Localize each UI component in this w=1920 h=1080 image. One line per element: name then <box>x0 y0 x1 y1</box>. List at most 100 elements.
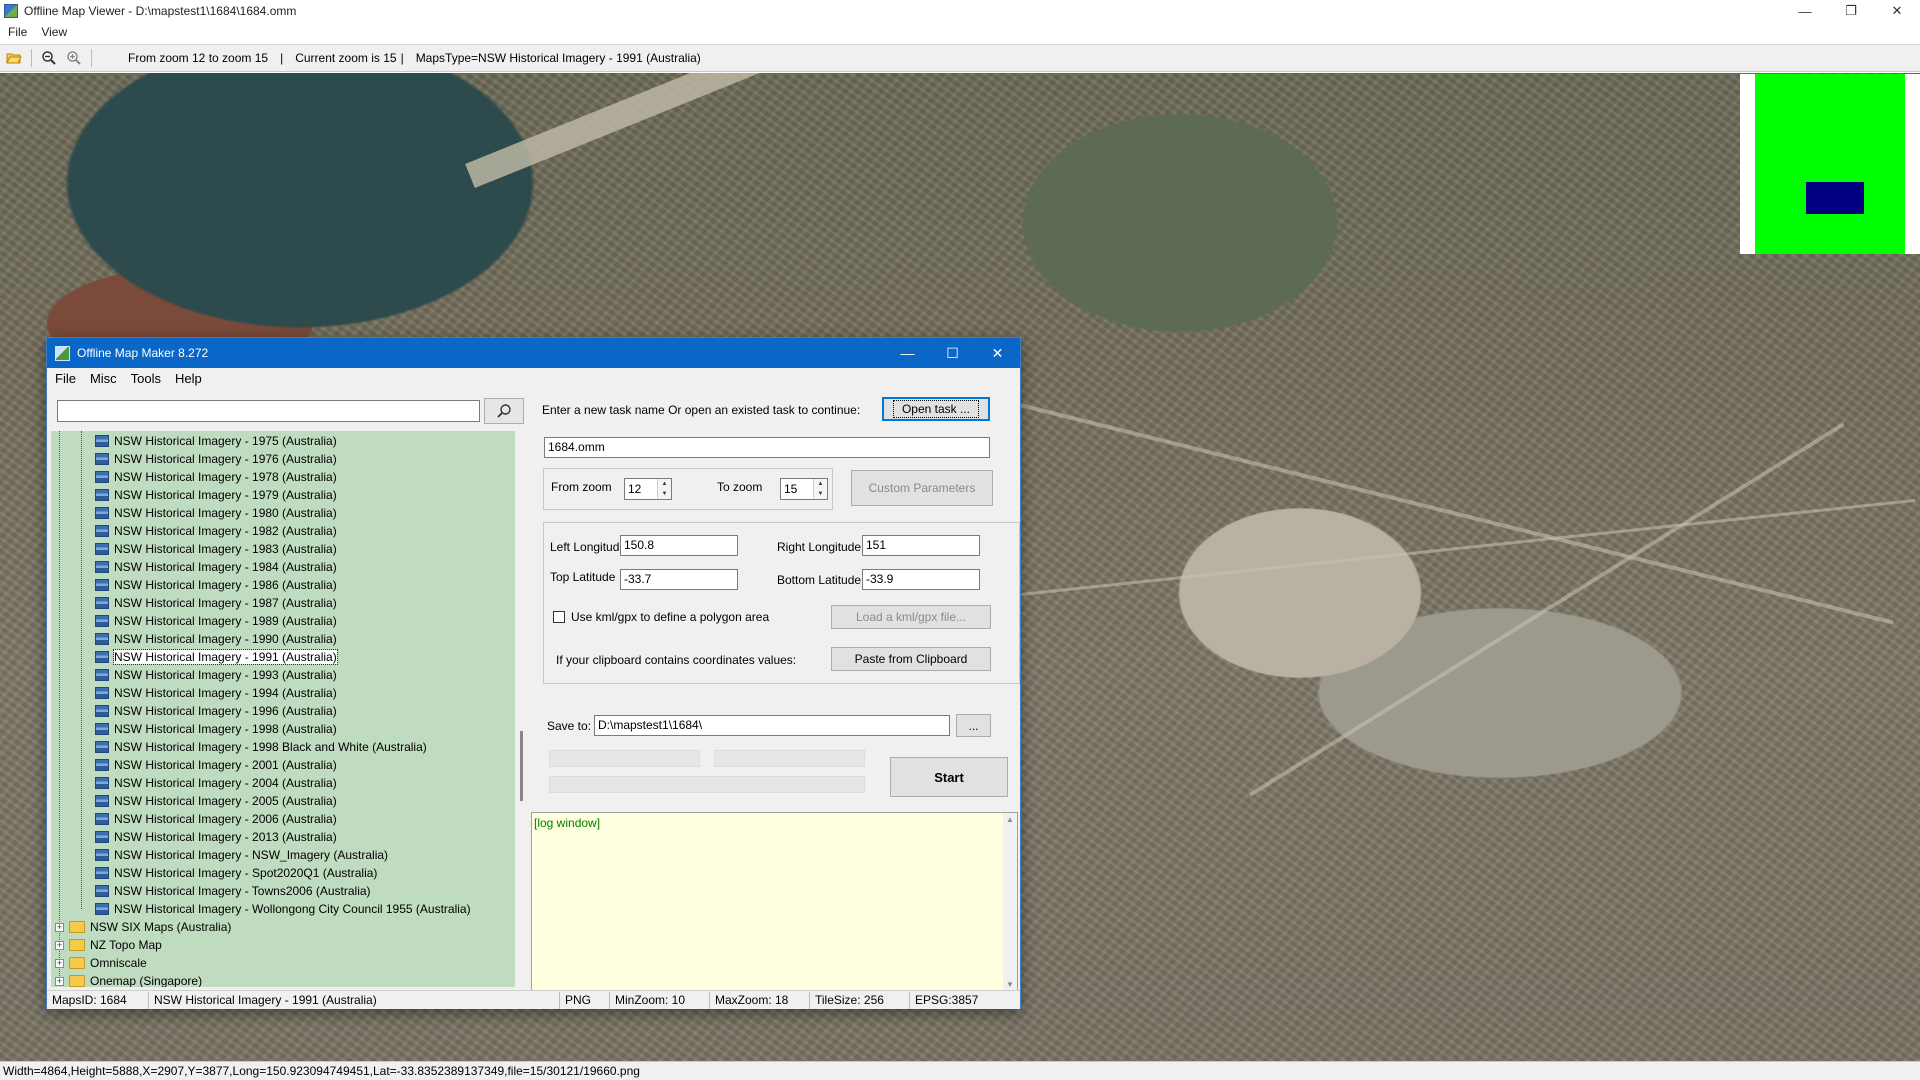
tree-item-map[interactable]: NSW Historical Imagery - 1991 (Australia… <box>95 648 338 666</box>
maximize-icon[interactable]: ☐ <box>930 338 975 368</box>
tree-item-label: Onemap (Singapore) <box>90 974 203 987</box>
menu-file[interactable]: File <box>55 371 76 386</box>
tree-item-map[interactable]: NSW Historical Imagery - 2001 (Australia… <box>95 756 337 774</box>
overview-viewport[interactable] <box>1806 182 1864 214</box>
search-button[interactable] <box>484 398 524 424</box>
start-button[interactable]: Start <box>890 757 1008 797</box>
tree-item-map[interactable]: NSW Historical Imagery - 1998 Black and … <box>95 738 427 756</box>
use-kml-checkbox[interactable] <box>553 611 565 623</box>
dialog-menubar: File Misc Tools Help <box>47 368 1020 388</box>
log-scrollbar[interactable]: ▲ ▼ <box>1003 813 1017 991</box>
tree-item-map[interactable]: NSW Historical Imagery - NSW_Imagery (Au… <box>95 846 388 864</box>
tree-item-map[interactable]: NSW Historical Imagery - 1989 (Australia… <box>95 612 337 630</box>
tree-item-map[interactable]: NSW Historical Imagery - 2013 (Australia… <box>95 828 337 846</box>
expand-icon[interactable]: + <box>55 940 64 950</box>
tree-item-folder[interactable]: + Omniscale <box>55 954 147 972</box>
tree-item-label: NSW Historical Imagery - 1989 (Australia… <box>114 614 337 628</box>
dialog-titlebar[interactable]: Offline Map Maker 8.272 — ☐ ✕ <box>47 338 1020 368</box>
open-task-button[interactable]: Open task ... <box>882 397 990 421</box>
menu-view[interactable]: View <box>41 25 67 39</box>
tree-item-label: NSW Historical Imagery - 1984 (Australia… <box>114 560 337 574</box>
status-map-name: NSW Historical Imagery - 1991 (Australia… <box>149 991 560 1009</box>
tree-item-map[interactable]: NSW Historical Imagery - 2005 (Australia… <box>95 792 337 810</box>
right-longitude-field[interactable]: 151 <box>862 535 980 556</box>
tree-item-map[interactable]: NSW Historical Imagery - 1983 (Australia… <box>95 540 337 558</box>
paste-from-clipboard-button[interactable]: Paste from Clipboard <box>831 647 991 671</box>
bottom-latitude-field[interactable]: -33.9 <box>862 569 980 590</box>
expand-icon[interactable]: + <box>55 958 64 968</box>
tree-item-map[interactable]: NSW Historical Imagery - 1984 (Australia… <box>95 558 337 576</box>
tree-item-label: NSW Historical Imagery - Spot2020Q1 (Aus… <box>114 866 378 880</box>
close-icon[interactable]: ✕ <box>975 338 1020 368</box>
close-icon[interactable]: ✕ <box>1874 0 1920 22</box>
top-latitude-field[interactable]: -33.7 <box>620 569 738 590</box>
menu-file[interactable]: File <box>8 25 27 39</box>
tree-item-map[interactable]: NSW Historical Imagery - 1998 (Australia… <box>95 720 337 738</box>
tree-item-folder[interactable]: + NZ Topo Map <box>55 936 162 954</box>
open-folder-icon[interactable] <box>3 47 25 69</box>
tree-item-map[interactable]: NSW Historical Imagery - Towns2006 (Aust… <box>95 882 371 900</box>
task-prompt-label: Enter a new task name Or open an existed… <box>542 403 861 417</box>
tree-item-label: NSW Historical Imagery - 1990 (Australia… <box>114 632 337 646</box>
zoom-out-icon[interactable] <box>38 47 60 69</box>
minimize-icon[interactable]: — <box>1782 0 1828 22</box>
save-to-field[interactable]: D:\mapstest1\1684\ <box>594 715 950 736</box>
dialog-statusbar: MapsID: 1684 NSW Historical Imagery - 19… <box>47 990 1020 1009</box>
tree-item-map[interactable]: NSW Historical Imagery - 1982 (Australia… <box>95 522 337 540</box>
search-input[interactable] <box>57 400 480 422</box>
log-window[interactable]: [log window] ▲ ▼ <box>531 812 1018 992</box>
to-zoom-spinner[interactable]: 15 ▲ ▼ <box>780 478 828 500</box>
map-layer-icon <box>95 507 109 519</box>
spinner-arrows-icon[interactable]: ▲ ▼ <box>813 479 827 499</box>
map-layer-icon <box>95 903 109 915</box>
tree-item-map[interactable]: NSW Historical Imagery - 1986 (Australia… <box>95 576 337 594</box>
map-layer-icon <box>95 435 109 447</box>
scroll-down-icon[interactable]: ▼ <box>1003 980 1017 989</box>
menu-help[interactable]: Help <box>175 371 202 386</box>
tree-item-map[interactable]: NSW Historical Imagery - 1975 (Australia… <box>95 432 337 450</box>
tree-item-map[interactable]: NSW Historical Imagery - 1979 (Australia… <box>95 486 337 504</box>
tree-item-map[interactable]: NSW Historical Imagery - 1976 (Australia… <box>95 450 337 468</box>
map-layer-icon <box>95 489 109 501</box>
minimize-icon[interactable]: — <box>885 338 930 368</box>
maps-tree[interactable]: NSW Historical Imagery - 1975 (Australia… <box>51 431 515 987</box>
custom-parameters-button[interactable]: Custom Parameters <box>851 470 993 506</box>
tree-item-folder[interactable]: + Onemap (Singapore) <box>55 972 202 987</box>
tree-item-map[interactable]: NSW Historical Imagery - 1990 (Australia… <box>95 630 337 648</box>
tree-connector <box>59 431 60 987</box>
from-zoom-value: 12 <box>628 482 642 496</box>
from-zoom-spinner[interactable]: 12 ▲ ▼ <box>624 478 672 500</box>
left-longitude-field[interactable]: 150.8 <box>620 535 738 556</box>
overview-map[interactable] <box>1740 74 1920 254</box>
tree-item-label: NSW Historical Imagery - 2013 (Australia… <box>114 830 337 844</box>
tree-item-map[interactable]: NSW Historical Imagery - 1993 (Australia… <box>95 666 337 684</box>
map-layer-icon <box>95 831 109 843</box>
tree-item-map[interactable]: NSW Historical Imagery - 1980 (Australia… <box>95 504 337 522</box>
expand-icon[interactable]: + <box>55 976 64 986</box>
tree-item-folder[interactable]: + NSW SIX Maps (Australia) <box>55 918 231 936</box>
task-name-field[interactable]: 1684.omm <box>544 437 990 458</box>
zoom-in-icon[interactable] <box>63 47 85 69</box>
tree-item-map[interactable]: NSW Historical Imagery - 1994 (Australia… <box>95 684 337 702</box>
menu-misc[interactable]: Misc <box>90 371 117 386</box>
menu-tools[interactable]: Tools <box>131 371 161 386</box>
scroll-up-icon[interactable]: ▲ <box>1003 815 1017 824</box>
spinner-arrows-icon[interactable]: ▲ ▼ <box>657 479 671 499</box>
map-layer-icon <box>95 705 109 717</box>
tree-scrollbar[interactable] <box>515 431 529 987</box>
tree-item-map[interactable]: NSW Historical Imagery - 1996 (Australia… <box>95 702 337 720</box>
expand-icon[interactable]: + <box>55 922 64 932</box>
tree-item-map[interactable]: NSW Historical Imagery - Wollongong City… <box>95 900 471 918</box>
browse-button[interactable]: ... <box>956 714 991 737</box>
tree-item-map[interactable]: NSW Historical Imagery - 2006 (Australia… <box>95 810 337 828</box>
scrollbar-thumb[interactable] <box>520 731 523 801</box>
tree-item-map[interactable]: NSW Historical Imagery - 2004 (Australia… <box>95 774 337 792</box>
zoom-range-text: From zoom 12 to zoom 15 <box>128 51 269 65</box>
tree-item-map[interactable]: NSW Historical Imagery - 1987 (Australia… <box>95 594 337 612</box>
restore-icon[interactable]: ❐ <box>1828 0 1874 22</box>
tree-item-map[interactable]: NSW Historical Imagery - Spot2020Q1 (Aus… <box>95 864 377 882</box>
tree-item-map[interactable]: NSW Historical Imagery - 1978 (Australia… <box>95 468 337 486</box>
search-row <box>57 398 524 424</box>
tree-item-label: NSW Historical Imagery - Wollongong City… <box>114 902 471 916</box>
load-kml-button[interactable]: Load a kml/gpx file... <box>831 605 991 629</box>
